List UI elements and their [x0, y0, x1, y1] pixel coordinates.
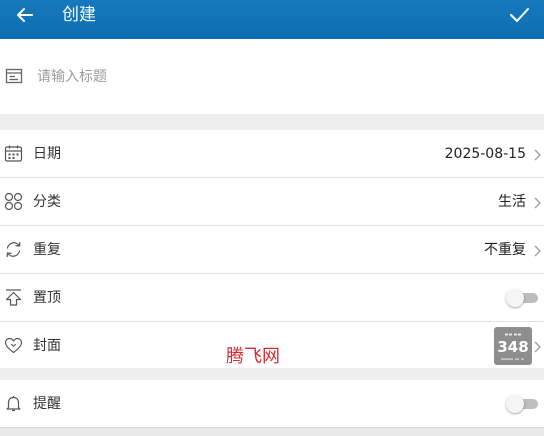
date-row[interactable]: 日期 2025-08-15	[0, 130, 544, 178]
title-row	[0, 39, 544, 114]
reminder-row: 提醒	[0, 380, 544, 428]
settings-group: 日期 2025-08-15 分类 生活 重复 不重复 置顶 封面 348	[0, 130, 544, 368]
title-input[interactable]	[37, 67, 517, 87]
page-title: 创建	[62, 5, 96, 25]
bottom-divider	[0, 427, 544, 436]
repeat-row[interactable]: 重复 不重复	[0, 226, 544, 274]
pin-toggle[interactable]	[506, 289, 538, 307]
date-label: 日期	[33, 146, 61, 162]
category-row[interactable]: 分类 生活	[0, 178, 544, 226]
date-value: 2025-08-15	[444, 146, 526, 162]
reminder-label: 提醒	[33, 396, 61, 412]
category-icon	[4, 192, 23, 211]
watermark-text: 腾飞网	[226, 346, 280, 367]
chevron-right-icon	[532, 243, 542, 257]
repeat-value: 不重复	[484, 242, 526, 258]
note-icon	[5, 67, 23, 85]
cover-thumbnail[interactable]: 348	[494, 327, 532, 365]
back-arrow-icon[interactable]	[12, 2, 38, 28]
category-value: 生活	[498, 194, 526, 210]
check-icon[interactable]	[506, 2, 532, 28]
reminder-group: 提醒	[0, 380, 544, 427]
heart-icon	[4, 336, 23, 355]
pin-label: 置顶	[33, 290, 61, 306]
reminder-toggle[interactable]	[506, 395, 538, 413]
calendar-icon	[4, 144, 23, 163]
bell-icon	[4, 394, 23, 413]
repeat-label: 重复	[33, 242, 61, 258]
repeat-icon	[4, 240, 23, 259]
chevron-right-icon	[532, 339, 542, 353]
pin-row: 置顶	[0, 274, 544, 322]
chevron-right-icon	[532, 147, 542, 161]
category-label: 分类	[33, 194, 61, 210]
pin-top-icon	[4, 288, 23, 307]
cover-number: 348	[497, 338, 529, 356]
cover-label: 封面	[33, 338, 61, 354]
chevron-right-icon	[532, 195, 542, 209]
app-bar: 创建	[0, 0, 544, 39]
